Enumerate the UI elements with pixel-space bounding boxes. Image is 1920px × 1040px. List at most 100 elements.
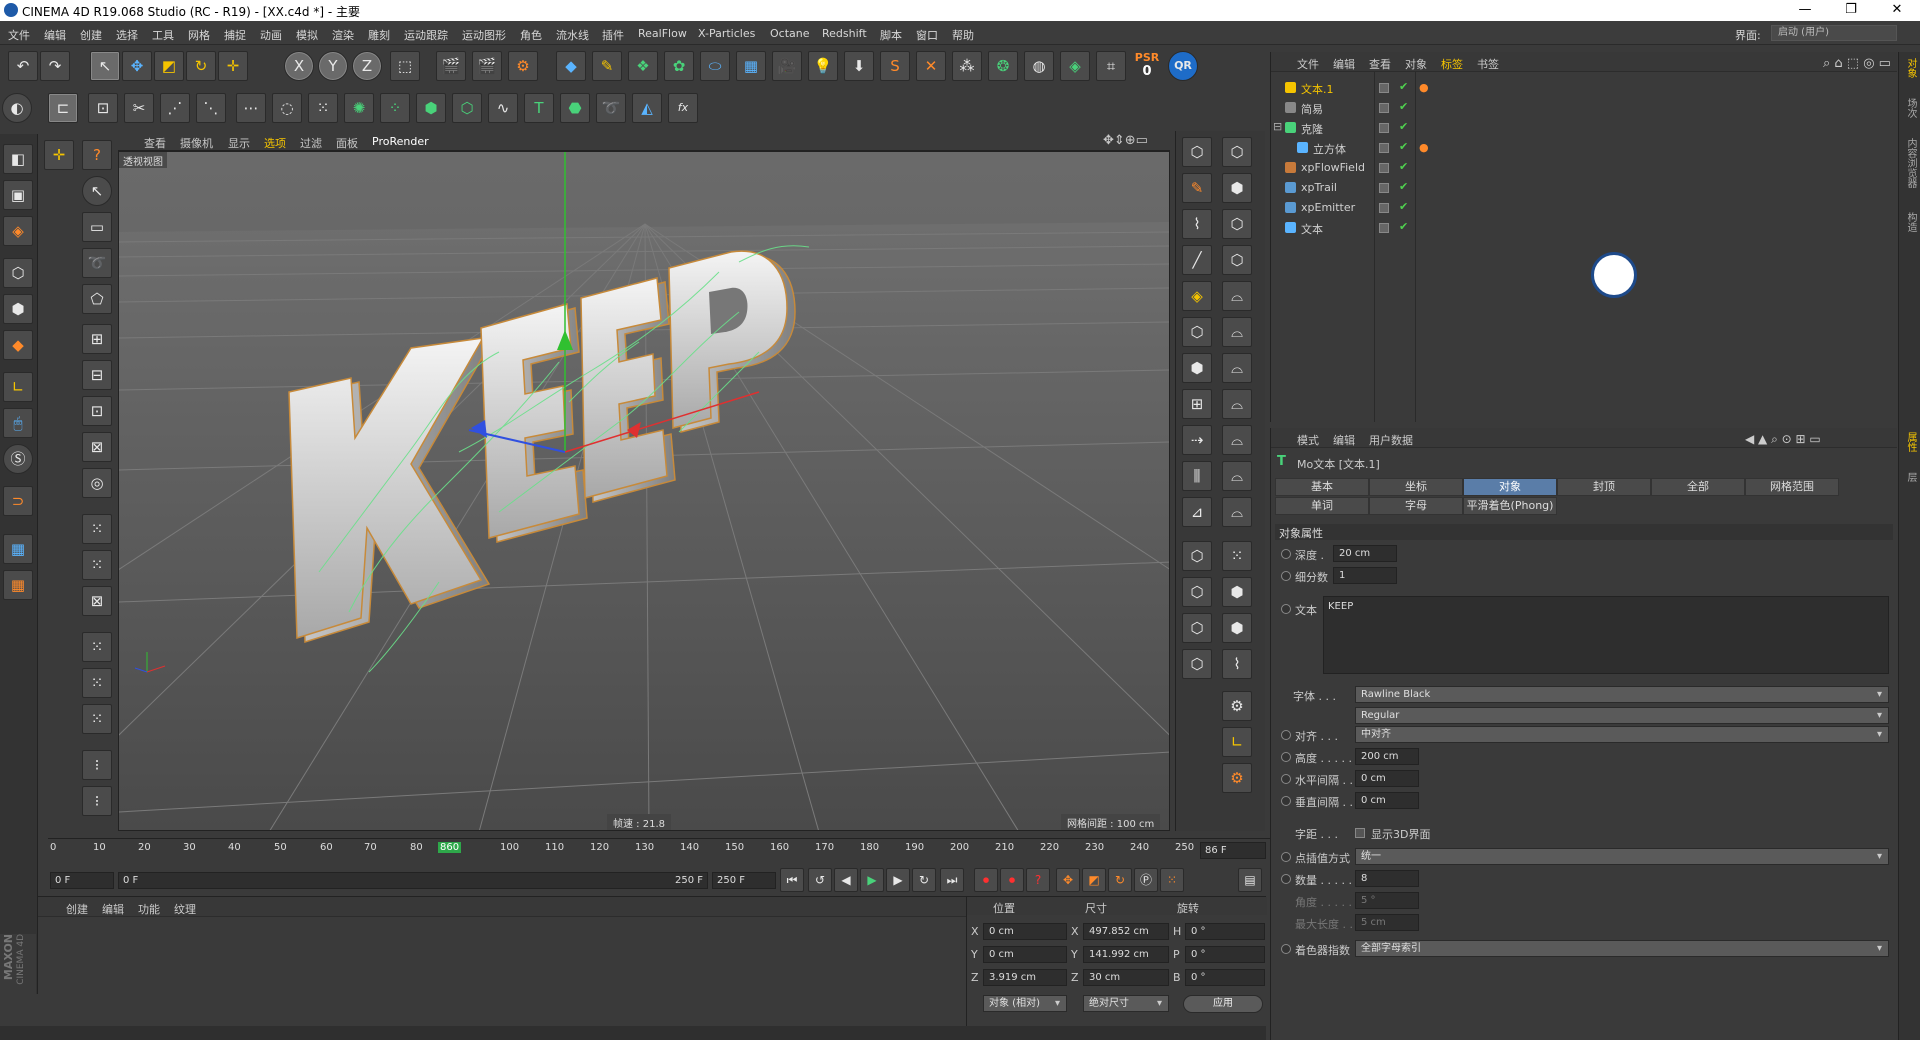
coordinate-system-button[interactable]: ⬚ <box>390 51 420 81</box>
side-tab-layers[interactable]: 层 <box>1903 472 1918 482</box>
menu-file[interactable]: 文件 <box>8 27 30 43</box>
end-frame-field[interactable]: 250 F <box>712 872 776 889</box>
tracer-button[interactable]: ➰ <box>596 93 626 123</box>
rt-tool-5-icon[interactable]: ⌇ <box>1182 209 1212 239</box>
side-tab-structure[interactable]: 构造 <box>1903 212 1918 232</box>
key-scale-icon[interactable]: ◩ <box>1082 868 1106 892</box>
object-row-cloner[interactable]: ⊟ 克隆 ✔ <box>1271 118 1897 138</box>
tool-b-icon[interactable]: ⊟ <box>82 360 112 390</box>
camera-button[interactable]: 🎥 <box>772 51 802 81</box>
rt-tool-15-icon[interactable]: ⊞ <box>1182 389 1212 419</box>
go-start-icon[interactable]: ⏮ <box>780 868 804 892</box>
tag-icon[interactable]: ● <box>1419 81 1429 94</box>
rect-selection-icon[interactable]: ▭ <box>82 212 112 242</box>
tool-a-icon[interactable]: ⊞ <box>82 324 112 354</box>
visibility-toggle[interactable] <box>1379 183 1389 193</box>
knife-button[interactable]: ✂ <box>124 93 154 123</box>
tab-mesh-range[interactable]: 网格范围 <box>1745 478 1839 496</box>
spline-button[interactable]: ∿ <box>488 93 518 123</box>
menu-edit[interactable]: 编辑 <box>44 27 66 43</box>
grid-tool-h-icon[interactable]: ⁝ <box>82 786 112 816</box>
rt-tool-23-icon[interactable]: ⬡ <box>1182 541 1212 571</box>
om-menu-bookmarks[interactable]: 书签 <box>1477 56 1499 72</box>
rt-tool-24-icon[interactable]: ⁙ <box>1222 541 1252 571</box>
graph-button[interactable]: ⌗ <box>1096 51 1126 81</box>
attr-menu-userdata[interactable]: 用户数据 <box>1369 432 1413 448</box>
range-slider[interactable]: 0 F 250 F <box>118 872 708 889</box>
rt-tool-12-icon[interactable]: ⌓ <box>1222 317 1252 347</box>
menu-mograph[interactable]: 运动图形 <box>462 27 506 43</box>
attr-nav-icons[interactable]: ◀ ▲ ⌕ ⊙ ⊞ ▭ <box>1745 432 1821 447</box>
autokey-icon[interactable]: ⏺ <box>1000 868 1024 892</box>
enabled-check-icon[interactable]: ✔ <box>1399 200 1408 213</box>
y-axis-button[interactable]: Y <box>318 51 348 81</box>
rt-tool-2-icon[interactable]: ⬡ <box>1222 137 1252 167</box>
rt-tool-26-icon[interactable]: ⬢ <box>1222 577 1252 607</box>
lock-workplane-icon[interactable]: ▦ <box>3 534 33 564</box>
rt-tool-27-icon[interactable]: ⬡ <box>1182 613 1212 643</box>
interp-select[interactable]: 统一 <box>1355 848 1889 865</box>
minimize-button[interactable]: — <box>1782 0 1828 21</box>
magnet-icon[interactable]: ⊃ <box>3 486 33 516</box>
grid-tool-f-icon[interactable]: ⁙ <box>82 704 112 734</box>
dotted-line-button[interactable]: ⋯ <box>236 93 266 123</box>
keyframe-help-icon[interactable]: ? <box>1026 868 1050 892</box>
enabled-check-icon[interactable]: ✔ <box>1399 160 1408 173</box>
layout-select[interactable]: 启动 (用户) <box>1771 25 1897 41</box>
grid-tool-b-icon[interactable]: ⁙ <box>82 550 112 580</box>
hspace-anim-radio[interactable] <box>1281 774 1291 784</box>
visibility-toggle[interactable] <box>1379 163 1389 173</box>
tab-object[interactable]: 对象 <box>1463 478 1557 496</box>
rt-tool-11-icon[interactable]: ⬡ <box>1182 317 1212 347</box>
timeline-window-icon[interactable]: ▤ <box>1238 868 1262 892</box>
enabled-check-icon[interactable]: ✔ <box>1399 140 1408 153</box>
vp-menu-camera[interactable]: 摄像机 <box>180 135 213 151</box>
rt-tool-22-icon[interactable]: ⌓ <box>1222 497 1252 527</box>
apply-button[interactable]: 应用 <box>1183 995 1263 1013</box>
next-key-icon[interactable]: ↻ <box>912 868 936 892</box>
tweak-mode-icon[interactable]: 🖱 <box>3 408 33 438</box>
rt-tool-21-icon[interactable]: ⊿ <box>1182 497 1212 527</box>
rt-tool-28-icon[interactable]: ⬢ <box>1222 613 1252 643</box>
side-tab-content-browser[interactable]: 内容浏览器 <box>1903 138 1918 188</box>
rt-tool-6-icon[interactable]: ⬡ <box>1222 209 1252 239</box>
restore-button[interactable]: ❐ <box>1828 0 1874 21</box>
tab-words[interactable]: 单词 <box>1275 497 1369 515</box>
menu-sculpt[interactable]: 雕刻 <box>368 27 390 43</box>
matrix-button[interactable]: ⁘ <box>380 93 410 123</box>
diamond-button[interactable]: ◈ <box>1060 51 1090 81</box>
tool-c-icon[interactable]: ⊡ <box>82 396 112 426</box>
realflow-button[interactable]: ⬇ <box>844 51 874 81</box>
polygons-mode-icon[interactable]: ◆ <box>3 330 33 360</box>
extrude-button[interactable]: ⬣ <box>560 93 590 123</box>
coord-mode-select[interactable]: 对象 (相对) <box>983 995 1067 1012</box>
enabled-check-icon[interactable]: ✔ <box>1399 220 1408 233</box>
rt-tool-18-icon[interactable]: ⌓ <box>1222 425 1252 455</box>
tab-phong[interactable]: 平滑着色(Phong) <box>1463 497 1557 515</box>
shader-anim-radio[interactable] <box>1281 944 1291 954</box>
floor-button[interactable]: ▦ <box>736 51 766 81</box>
mat-menu-edit[interactable]: 编辑 <box>102 901 124 917</box>
light-button[interactable]: 💡 <box>808 51 838 81</box>
axis-mode-icon[interactable]: ∟ <box>3 372 33 402</box>
qr-button[interactable]: QR <box>1168 51 1198 81</box>
scale-button[interactable]: ◩ <box>154 51 184 81</box>
viewport[interactable]: 透视视图 帧速 : 21.8 网格间距 : 100 cm <box>118 151 1170 831</box>
count-field[interactable]: 8 <box>1355 870 1419 887</box>
sphere-material-icon[interactable]: ◐ <box>2 93 32 123</box>
psr-indicator[interactable]: PSR 0 <box>1132 51 1162 81</box>
object-row-text1[interactable]: 文本.1 ✔ ● <box>1271 78 1897 98</box>
vp-menu-filter[interactable]: 过滤 <box>300 135 322 151</box>
rt-tool-17-icon[interactable]: ⇢ <box>1182 425 1212 455</box>
voronoi-button[interactable]: ⬡ <box>452 93 482 123</box>
rt-tool-16-icon[interactable]: ⌓ <box>1222 389 1252 419</box>
visibility-toggle[interactable] <box>1379 123 1389 133</box>
grid-tool-e-icon[interactable]: ⁙ <box>82 668 112 698</box>
playhead-label[interactable]: 860 <box>438 842 462 853</box>
z-axis-button[interactable]: Z <box>352 51 382 81</box>
lasso-selection-icon[interactable]: ➰ <box>82 248 112 278</box>
rt-tool-25-icon[interactable]: ⬡ <box>1182 577 1212 607</box>
next-frame-icon[interactable]: ▶ <box>886 868 910 892</box>
move-button[interactable]: ✥ <box>122 51 152 81</box>
grid-tool-c-icon[interactable]: ⊠ <box>82 586 112 616</box>
